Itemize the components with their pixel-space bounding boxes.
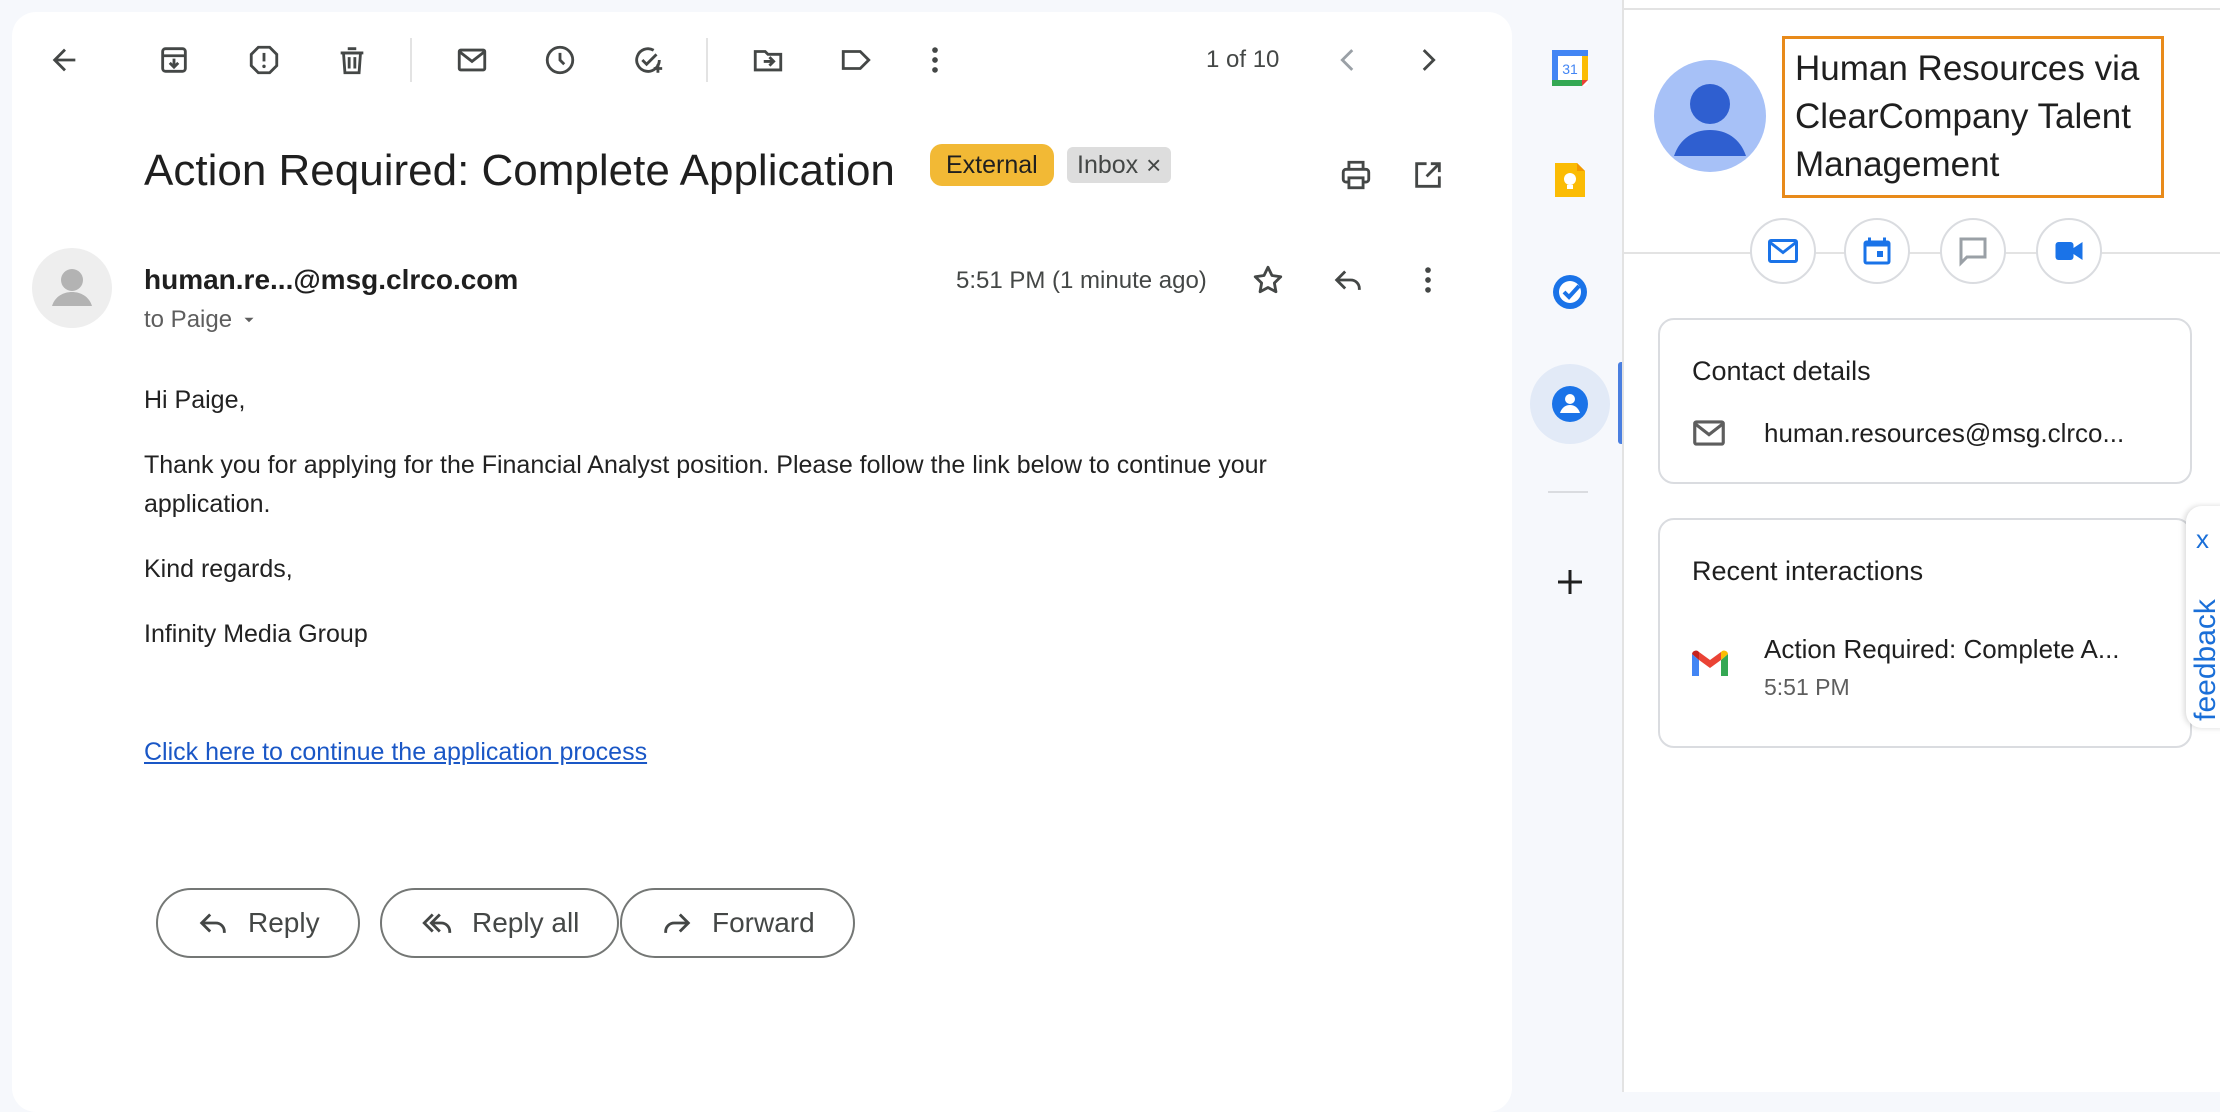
- add-icon[interactable]: [1548, 560, 1592, 604]
- recent-interaction-time: 5:51 PM: [1764, 674, 1850, 700]
- pager-text: 1 of 10: [1206, 46, 1280, 73]
- chevron-right-icon[interactable]: [1396, 28, 1460, 92]
- clock-icon[interactable]: [528, 28, 592, 92]
- keep-icon[interactable]: [1548, 158, 1592, 202]
- mail-icon[interactable]: [440, 28, 504, 92]
- recent-interaction-subject[interactable]: Action Required: Complete A...: [1764, 634, 2120, 665]
- email-time: 5:51 PM (1 minute ago): [956, 267, 1207, 294]
- email-greeting: Hi Paige,: [144, 386, 246, 414]
- forward-icon: [664, 913, 691, 933]
- sender-address[interactable]: human.re...@msg.clrco.com: [144, 264, 518, 296]
- report-spam-icon[interactable]: [232, 28, 296, 92]
- contact-name: Human Resources via ClearCompany Talent …: [1782, 36, 2164, 198]
- star-icon[interactable]: [1236, 248, 1300, 312]
- contacts-icon[interactable]: [1548, 382, 1592, 426]
- trash-icon[interactable]: [320, 28, 384, 92]
- sender-avatar[interactable]: [32, 248, 112, 328]
- remove-label-button[interactable]: ×: [1146, 150, 1161, 181]
- reply-label: Reply: [248, 907, 320, 938]
- contact-avatar: [1654, 60, 1766, 172]
- mail-icon: [1693, 420, 1725, 446]
- add-task-icon[interactable]: [616, 28, 680, 92]
- feedback-label-text: feedback: [2189, 599, 2220, 721]
- panel-top-border: [1624, 0, 2220, 10]
- inbox-chip-label: Inbox: [1077, 150, 1139, 179]
- inbox-chip: Inbox ×: [1067, 147, 1172, 183]
- video-call-button[interactable]: [2036, 218, 2102, 284]
- reply-all-button[interactable]: Reply all: [380, 888, 620, 958]
- reply-all-label: Reply all: [472, 907, 580, 938]
- calendar-icon[interactable]: 31: [1548, 46, 1592, 90]
- contact-details-title: Contact details: [1692, 356, 1871, 386]
- contact-details-card: Contact details human.resources@msg.clrc…: [1658, 318, 2192, 484]
- email-subject: Action Required: Complete Application: [144, 146, 895, 195]
- reply-icon[interactable]: [1316, 248, 1380, 312]
- recipients-text: to Paige: [144, 306, 233, 333]
- recent-interactions-title: Recent interactions: [1692, 556, 1924, 586]
- tasks-icon[interactable]: [1548, 270, 1592, 314]
- video-icon: [2055, 242, 2083, 260]
- chat-button[interactable]: [1940, 218, 2006, 284]
- chat-icon: [1959, 237, 1987, 267]
- external-chip: External: [930, 144, 1054, 186]
- side-strip-divider: [1548, 491, 1588, 493]
- send-email-button[interactable]: [1750, 218, 1816, 284]
- svg-text:31: 31: [1562, 61, 1578, 77]
- back-arrow-icon[interactable]: [32, 28, 96, 92]
- recipients-line[interactable]: to Paige: [144, 306, 258, 334]
- schedule-event-button[interactable]: [1844, 218, 1910, 284]
- reply-icon: [199, 913, 226, 933]
- label-icon[interactable]: [824, 28, 888, 92]
- forward-button[interactable]: Forward: [620, 888, 855, 958]
- email-signature: Infinity Media Group: [144, 620, 368, 648]
- contact-panel: Human Resources via ClearCompany Talent …: [1622, 0, 2220, 1092]
- print-icon[interactable]: [1324, 143, 1388, 207]
- forward-label: Forward: [712, 907, 815, 938]
- reply-button[interactable]: Reply: [156, 888, 360, 958]
- toolbar-divider: [410, 38, 412, 82]
- calendar-event-icon: [1863, 237, 1891, 265]
- recent-interactions-card: Recent interactions Action Required: Com…: [1658, 518, 2192, 748]
- chevron-left-icon[interactable]: [1316, 28, 1380, 92]
- reply-all-icon: [422, 913, 452, 933]
- move-to-icon[interactable]: [736, 28, 800, 92]
- application-link[interactable]: Click here to continue the application p…: [144, 738, 647, 767]
- panel-divider: [1624, 252, 2220, 254]
- more-vert-icon[interactable]: [1396, 248, 1460, 312]
- toolbar-divider: [706, 38, 708, 82]
- email-closing: Kind regards,: [144, 555, 293, 583]
- caret-down-icon[interactable]: [240, 311, 258, 329]
- feedback-close-button[interactable]: x: [2196, 524, 2209, 555]
- gmail-icon: [1692, 650, 1728, 676]
- contact-email[interactable]: human.resources@msg.clrco...: [1764, 418, 2124, 449]
- feedback-label[interactable]: feedback: [2184, 599, 2220, 721]
- more-vert-icon[interactable]: [903, 28, 967, 92]
- archive-icon[interactable]: [142, 28, 206, 92]
- mail-icon: [1768, 239, 1798, 263]
- email-paragraph: Thank you for applying for the Financial…: [144, 451, 1267, 518]
- open-in-new-window-icon[interactable]: [1396, 143, 1460, 207]
